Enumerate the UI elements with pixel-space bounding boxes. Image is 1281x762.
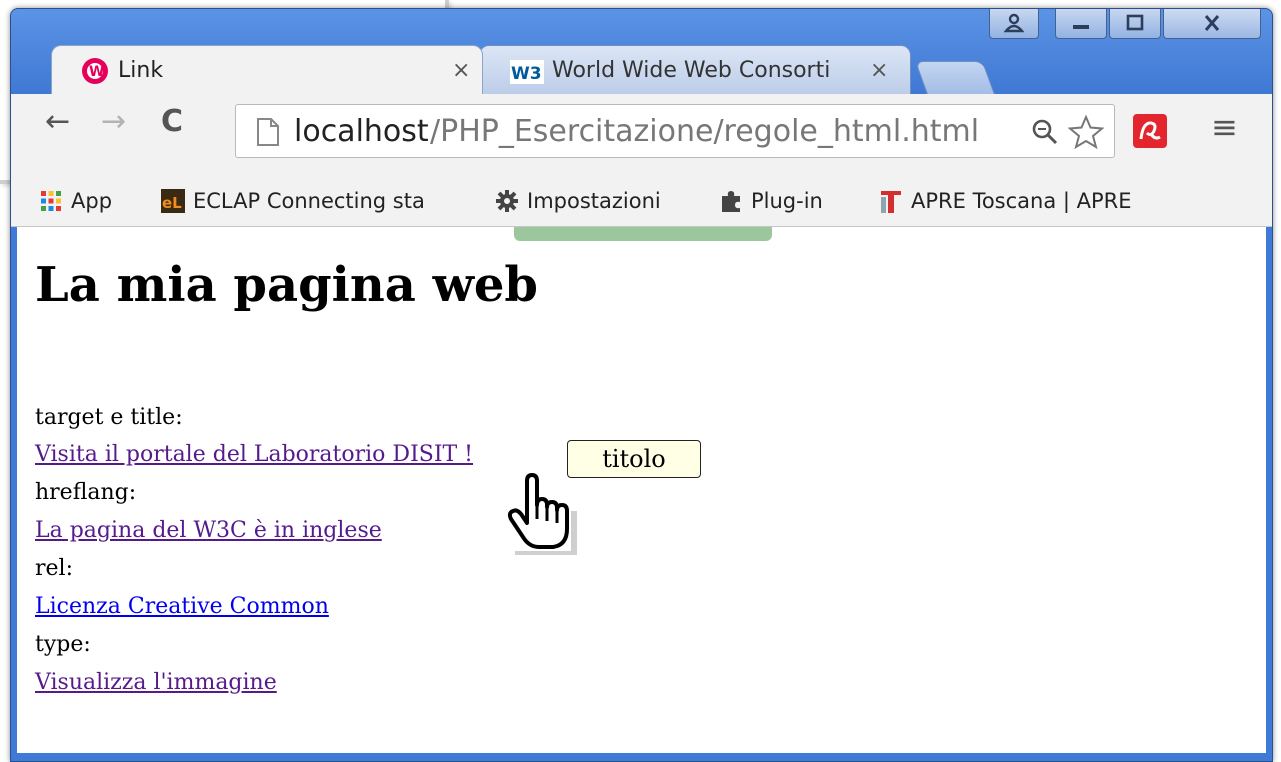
maximize-button[interactable] <box>1109 9 1161 39</box>
toolbar: ← → C localhost /PHP_Esercitazione/regol… <box>11 94 1272 176</box>
bookmark-impostazioni[interactable]: Impostazioni <box>495 186 661 216</box>
tab-close-icon[interactable]: × <box>452 58 470 83</box>
bookmark-app[interactable]: App <box>39 186 112 216</box>
page-icon <box>257 118 279 146</box>
svg-text:eL: eL <box>162 194 182 212</box>
label-type: type: <box>35 632 91 657</box>
svg-text:W: W <box>89 64 104 80</box>
link-disit[interactable]: Visita il portale del Laboratorio DISIT … <box>35 442 473 467</box>
gear-icon <box>496 190 518 212</box>
close-window-button[interactable] <box>1163 9 1261 39</box>
tab-close-icon[interactable]: × <box>870 58 888 83</box>
bookmark-eclap[interactable]: eL ECLAP Connecting sta <box>161 186 425 216</box>
avira-icon <box>1139 121 1161 140</box>
page-content: La mia pagina web target e title: Visita… <box>17 227 1266 753</box>
page-title: La mia pagina web <box>35 257 538 313</box>
eclap-icon: eL <box>161 189 185 213</box>
address-bar[interactable]: localhost /PHP_Esercitazione/regole_html… <box>235 104 1115 158</box>
bookmark-label: App <box>71 189 113 213</box>
bookmark-plugin[interactable]: Plug-in <box>719 186 823 216</box>
link-creative-commons[interactable]: Licenza Creative Common <box>35 594 329 619</box>
apre-icon <box>881 191 901 213</box>
label-rel: rel: <box>35 556 73 581</box>
menu-button[interactable]: ≡ <box>1211 108 1238 146</box>
bookmark-label: APRE Toscana | APRE <box>911 189 1132 213</box>
bookmark-apre[interactable]: APRE Toscana | APRE <box>879 186 1132 216</box>
search-icon[interactable] <box>1030 117 1060 147</box>
new-tab-button[interactable] <box>914 61 996 95</box>
label-hreflang: hreflang: <box>35 480 137 505</box>
tab-link[interactable]: W Link × <box>51 45 483 95</box>
apps-grid-icon <box>41 191 61 211</box>
maximize-icon <box>1126 14 1144 31</box>
w3c-icon: W3 <box>510 60 544 84</box>
star-icon[interactable] <box>1068 115 1104 149</box>
minimize-button[interactable] <box>1055 9 1107 39</box>
svg-text:W3: W3 <box>511 64 542 84</box>
back-button[interactable]: ← <box>45 104 70 139</box>
reload-button[interactable]: C <box>161 104 183 139</box>
url-host: localhost <box>294 114 429 149</box>
link-w3c[interactable]: La pagina del W3C è in inglese <box>35 518 382 543</box>
bookmarks-bar: App eL ECLAP Connecting sta Impostazioni <box>11 176 1272 227</box>
wampserver-icon: W <box>82 58 108 84</box>
browser-window: W3 World Wide Web Consorti × W Link × ← … <box>10 8 1273 762</box>
forward-button[interactable]: → <box>101 104 126 139</box>
bookmark-label: ECLAP Connecting sta <box>193 189 425 213</box>
avira-extension-button[interactable] <box>1133 114 1167 148</box>
url-path: /PHP_Esercitazione/regole_html.html <box>430 114 980 149</box>
minimize-icon <box>1073 25 1089 29</box>
close-icon <box>1204 15 1220 31</box>
tab-title: Link <box>118 58 164 83</box>
hand-cursor-icon <box>507 473 577 555</box>
status-indicator <box>514 227 772 241</box>
user-icon <box>1003 13 1025 33</box>
puzzle-icon <box>722 191 740 212</box>
user-profile-button[interactable] <box>989 9 1039 39</box>
label-target-title: target e title: <box>35 405 183 430</box>
tab-w3c[interactable]: W3 World Wide Web Consorti × <box>479 45 911 95</box>
link-image[interactable]: Visualizza l'immagine <box>35 670 277 695</box>
link-tooltip: titolo <box>567 440 701 478</box>
tab-title: World Wide Web Consorti <box>552 58 831 83</box>
bookmark-label: Impostazioni <box>527 189 661 213</box>
bookmark-label: Plug-in <box>751 189 823 213</box>
